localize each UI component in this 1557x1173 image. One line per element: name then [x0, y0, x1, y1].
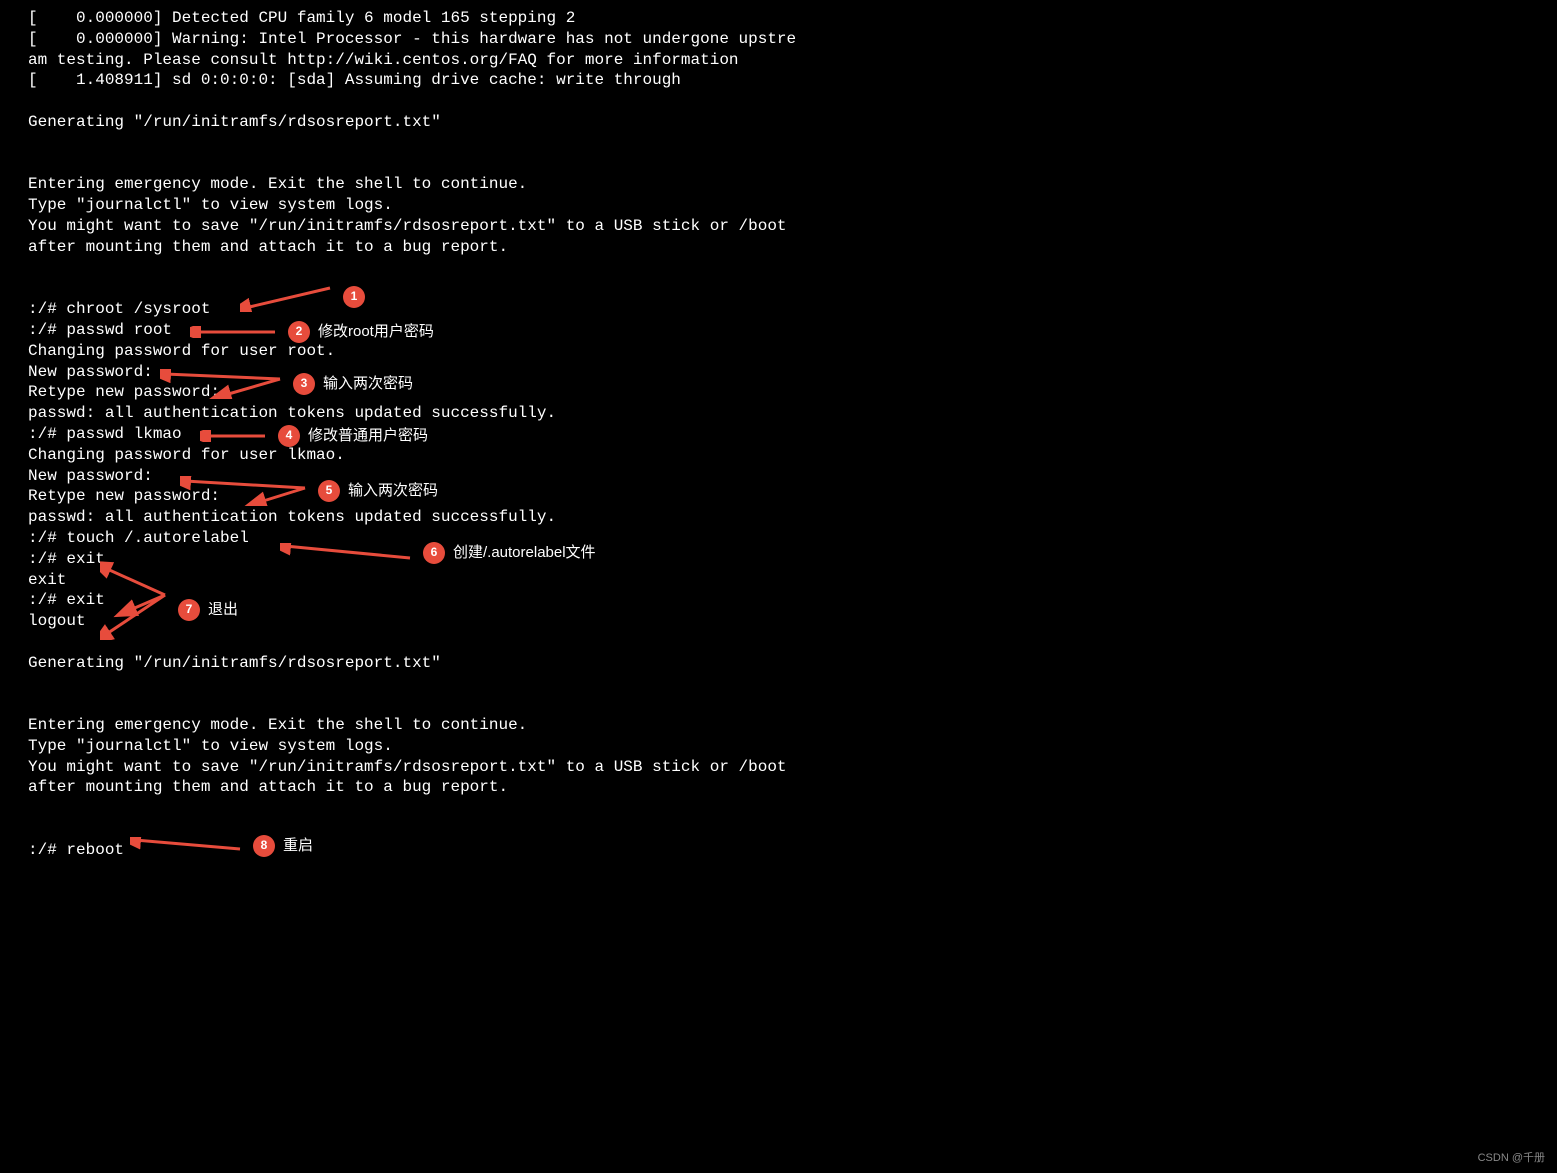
arrow-icon: [100, 560, 170, 640]
step-badge: 8: [253, 835, 275, 857]
terminal-line: Type "journalctl" to view system logs.: [28, 195, 1529, 216]
annotation-label: 退出: [208, 600, 238, 620]
terminal-line: Generating "/run/initramfs/rdsosreport.t…: [28, 653, 1529, 674]
step-badge: 4: [278, 425, 300, 447]
annotation-6: 6 创建/.autorelabel文件: [280, 542, 596, 564]
terminal-line: [28, 798, 1529, 819]
terminal-line: [28, 133, 1529, 154]
terminal-line: [ 0.000000] Warning: Intel Processor - t…: [28, 29, 1529, 50]
annotation-1: 1: [240, 282, 365, 312]
annotation-label: 输入两次密码: [348, 481, 438, 501]
terminal-line: Generating "/run/initramfs/rdsosreport.t…: [28, 112, 1529, 133]
terminal-line: exit: [28, 570, 1529, 591]
arrow-icon: [160, 369, 285, 399]
annotation-label: 修改普通用户密码: [308, 426, 428, 446]
terminal-line: logout: [28, 611, 1529, 632]
annotation-5: 5 输入两次密码: [180, 476, 438, 506]
arrow-icon: [280, 543, 415, 563]
annotation-label: 输入两次密码: [323, 374, 413, 394]
step-badge: 3: [293, 373, 315, 395]
annotation-2: 2 修改root用户密码: [190, 321, 434, 343]
terminal-line: Type "journalctl" to view system logs.: [28, 736, 1529, 757]
annotation-label: 修改root用户密码: [318, 322, 434, 342]
terminal-line: am testing. Please consult http://wiki.c…: [28, 50, 1529, 71]
terminal-line: You might want to save "/run/initramfs/r…: [28, 216, 1529, 237]
annotation-label: 创建/.autorelabel文件: [453, 543, 596, 563]
terminal-line: after mounting them and attach it to a b…: [28, 777, 1529, 798]
terminal-line: Entering emergency mode. Exit the shell …: [28, 715, 1529, 736]
annotation-8: 8 重启: [130, 835, 313, 857]
terminal-line: Changing password for user root.: [28, 341, 1529, 362]
arrow-icon: [240, 282, 335, 312]
terminal-line: :/# touch /.autorelabel: [28, 528, 1529, 549]
step-badge: 6: [423, 542, 445, 564]
terminal-line: [28, 632, 1529, 653]
annotation-4: 4 修改普通用户密码: [200, 425, 428, 447]
annotation-3: 3 输入两次密码: [160, 369, 413, 399]
terminal-line: Changing password for user lkmao.: [28, 445, 1529, 466]
terminal-line: :/# exit: [28, 549, 1529, 570]
watermark: CSDN @千册: [1478, 1151, 1545, 1165]
arrow-icon: [190, 326, 280, 338]
terminal-line: :/# exit: [28, 590, 1529, 611]
terminal-line: after mounting them and attach it to a b…: [28, 237, 1529, 258]
arrow-icon: [180, 476, 310, 506]
arrow-icon: [200, 430, 270, 442]
terminal-line: passwd: all authentication tokens update…: [28, 507, 1529, 528]
step-badge: 7: [178, 599, 200, 621]
terminal-line: [28, 91, 1529, 112]
step-badge: 2: [288, 321, 310, 343]
terminal-line: [28, 154, 1529, 175]
terminal-line: [28, 674, 1529, 695]
terminal-line: passwd: all authentication tokens update…: [28, 403, 1529, 424]
annotation-7: 7 退出: [100, 560, 238, 640]
annotation-label: 重启: [283, 836, 313, 856]
terminal-line: [ 1.408911] sd 0:0:0:0: [sda] Assuming d…: [28, 70, 1529, 91]
step-badge: 5: [318, 480, 340, 502]
terminal-line: [ 0.000000] Detected CPU family 6 model …: [28, 8, 1529, 29]
terminal-line: [28, 694, 1529, 715]
arrow-icon: [130, 837, 245, 855]
step-badge: 1: [343, 286, 365, 308]
terminal-line: Entering emergency mode. Exit the shell …: [28, 174, 1529, 195]
terminal-line: You might want to save "/run/initramfs/r…: [28, 757, 1529, 778]
terminal-line: [28, 258, 1529, 279]
